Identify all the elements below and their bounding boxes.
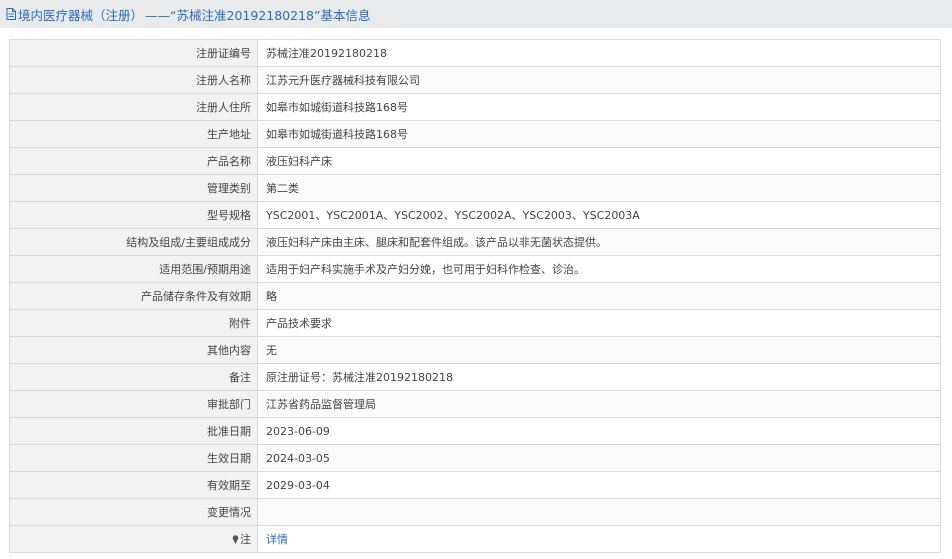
field-label: 有效期至 <box>9 471 258 499</box>
field-value: 略 <box>257 282 941 310</box>
table-row: 型号规格 YSC2001、YSC2001A、YSC2002、YSC2002A、YS… <box>9 201 941 229</box>
table-row: 变更情况 <box>9 498 941 526</box>
detail-table: 注册证编号 苏械注准20192180218 注册人名称 江苏元升医疗器械科技有限公司注… <box>9 39 941 553</box>
table-row: 有效期至 2029-03-04 <box>9 471 941 499</box>
note-row: 注 详情 <box>9 525 941 553</box>
table-row: 产品储存条件及有效期略 <box>9 282 941 310</box>
field-label: 产品储存条件及有效期 <box>9 282 258 310</box>
table-row: 结构及组成/主要组成成分 液压妇科产床由主床、腿床和配套件组成。该产品以非无菌状态… <box>9 228 941 256</box>
table-row: 生效日期 2024-03-05 <box>9 444 941 472</box>
field-value: 无 <box>257 336 941 364</box>
field-label: 审批部门 <box>9 390 258 418</box>
field-label: 生产地址 <box>9 120 258 148</box>
table-row: 注册人名称 江苏元升医疗器械科技有限公司 <box>9 66 941 94</box>
note-label-cell: 注 <box>9 525 258 553</box>
table-row: 产品名称 液压妇科产床 <box>9 147 941 175</box>
detail-table-wrapper: 注册证编号 苏械注准20192180218 注册人名称 江苏元升医疗器械科技有限公司注… <box>9 39 941 553</box>
field-label: 其他内容 <box>9 336 258 364</box>
table-row: 备注 原注册证号：苏械注准20192180218 <box>9 363 941 391</box>
table-row: 适用范围/预期用途 适用于妇产科实施手术及产妇分娩，也可用于妇科作检查、诊治。 <box>9 255 941 283</box>
field-label: 产品名称 <box>9 147 258 175</box>
field-label: 结构及组成/主要组成成分 <box>9 228 258 256</box>
header-title: ——“苏械注准20192180218”基本信息 <box>145 7 371 23</box>
field-value: 产品技术要求 <box>257 309 941 337</box>
page-header: 境内医疗器械（注册） ——“苏械注准20192180218”基本信息 <box>0 0 952 28</box>
field-value: 江苏元升医疗器械科技有限公司 <box>257 66 941 94</box>
table-row: 注册人住所 如皋市如城街道科技路168号 <box>9 93 941 121</box>
note-value-cell: 详情 <box>257 525 941 553</box>
table-row: 附件 产品技术要求 <box>9 309 941 337</box>
field-label: 生效日期 <box>9 444 258 472</box>
header-category: 境内医疗器械（注册） <box>18 7 144 23</box>
field-value: 2029-03-04 <box>257 471 941 499</box>
field-value: 如皋市如城街道科技路168号 <box>257 93 941 121</box>
table-row: 生产地址 如皋市如城街道科技路168号 <box>9 120 941 148</box>
field-label: 适用范围/预期用途 <box>9 255 258 283</box>
details-link[interactable]: 详情 <box>266 533 288 546</box>
field-value: YSC2001、YSC2001A、YSC2002、YSC2002A、YSC200… <box>257 201 941 229</box>
field-value: 苏械注准20192180218 <box>257 39 941 67</box>
field-value: 液压妇科产床 <box>257 147 941 175</box>
field-label: 注册证编号 <box>9 39 258 67</box>
field-value <box>257 498 941 526</box>
table-row: 其他内容无 <box>9 336 941 364</box>
field-label: 附件 <box>9 309 258 337</box>
field-value: 江苏省药品监督管理局 <box>257 390 941 418</box>
field-value: 第二类 <box>257 174 941 202</box>
note-label: 注 <box>240 533 251 546</box>
table-row: 管理类别 第二类 <box>9 174 941 202</box>
field-label: 批准日期 <box>9 417 258 445</box>
field-value: 2023-06-09 <box>257 417 941 445</box>
field-label: 变更情况 <box>9 498 258 526</box>
field-value: 液压妇科产床由主床、腿床和配套件组成。该产品以非无菌状态提供。 <box>257 228 941 256</box>
field-label: 管理类别 <box>9 174 258 202</box>
field-value: 原注册证号：苏械注准20192180218 <box>257 363 941 391</box>
field-value: 适用于妇产科实施手术及产妇分娩，也可用于妇科作检查、诊治。 <box>257 255 941 283</box>
pin-icon <box>232 534 239 544</box>
field-label: 备注 <box>9 363 258 391</box>
table-row: 批准日期 2023-06-09 <box>9 417 941 445</box>
document-icon <box>6 8 16 20</box>
field-value: 2024-03-05 <box>257 444 941 472</box>
table-row: 注册证编号 苏械注准20192180218 <box>9 39 941 67</box>
table-row: 审批部门 江苏省药品监督管理局 <box>9 390 941 418</box>
field-label: 注册人名称 <box>9 66 258 94</box>
field-label: 注册人住所 <box>9 93 258 121</box>
field-label: 型号规格 <box>9 201 258 229</box>
field-value: 如皋市如城街道科技路168号 <box>257 120 941 148</box>
